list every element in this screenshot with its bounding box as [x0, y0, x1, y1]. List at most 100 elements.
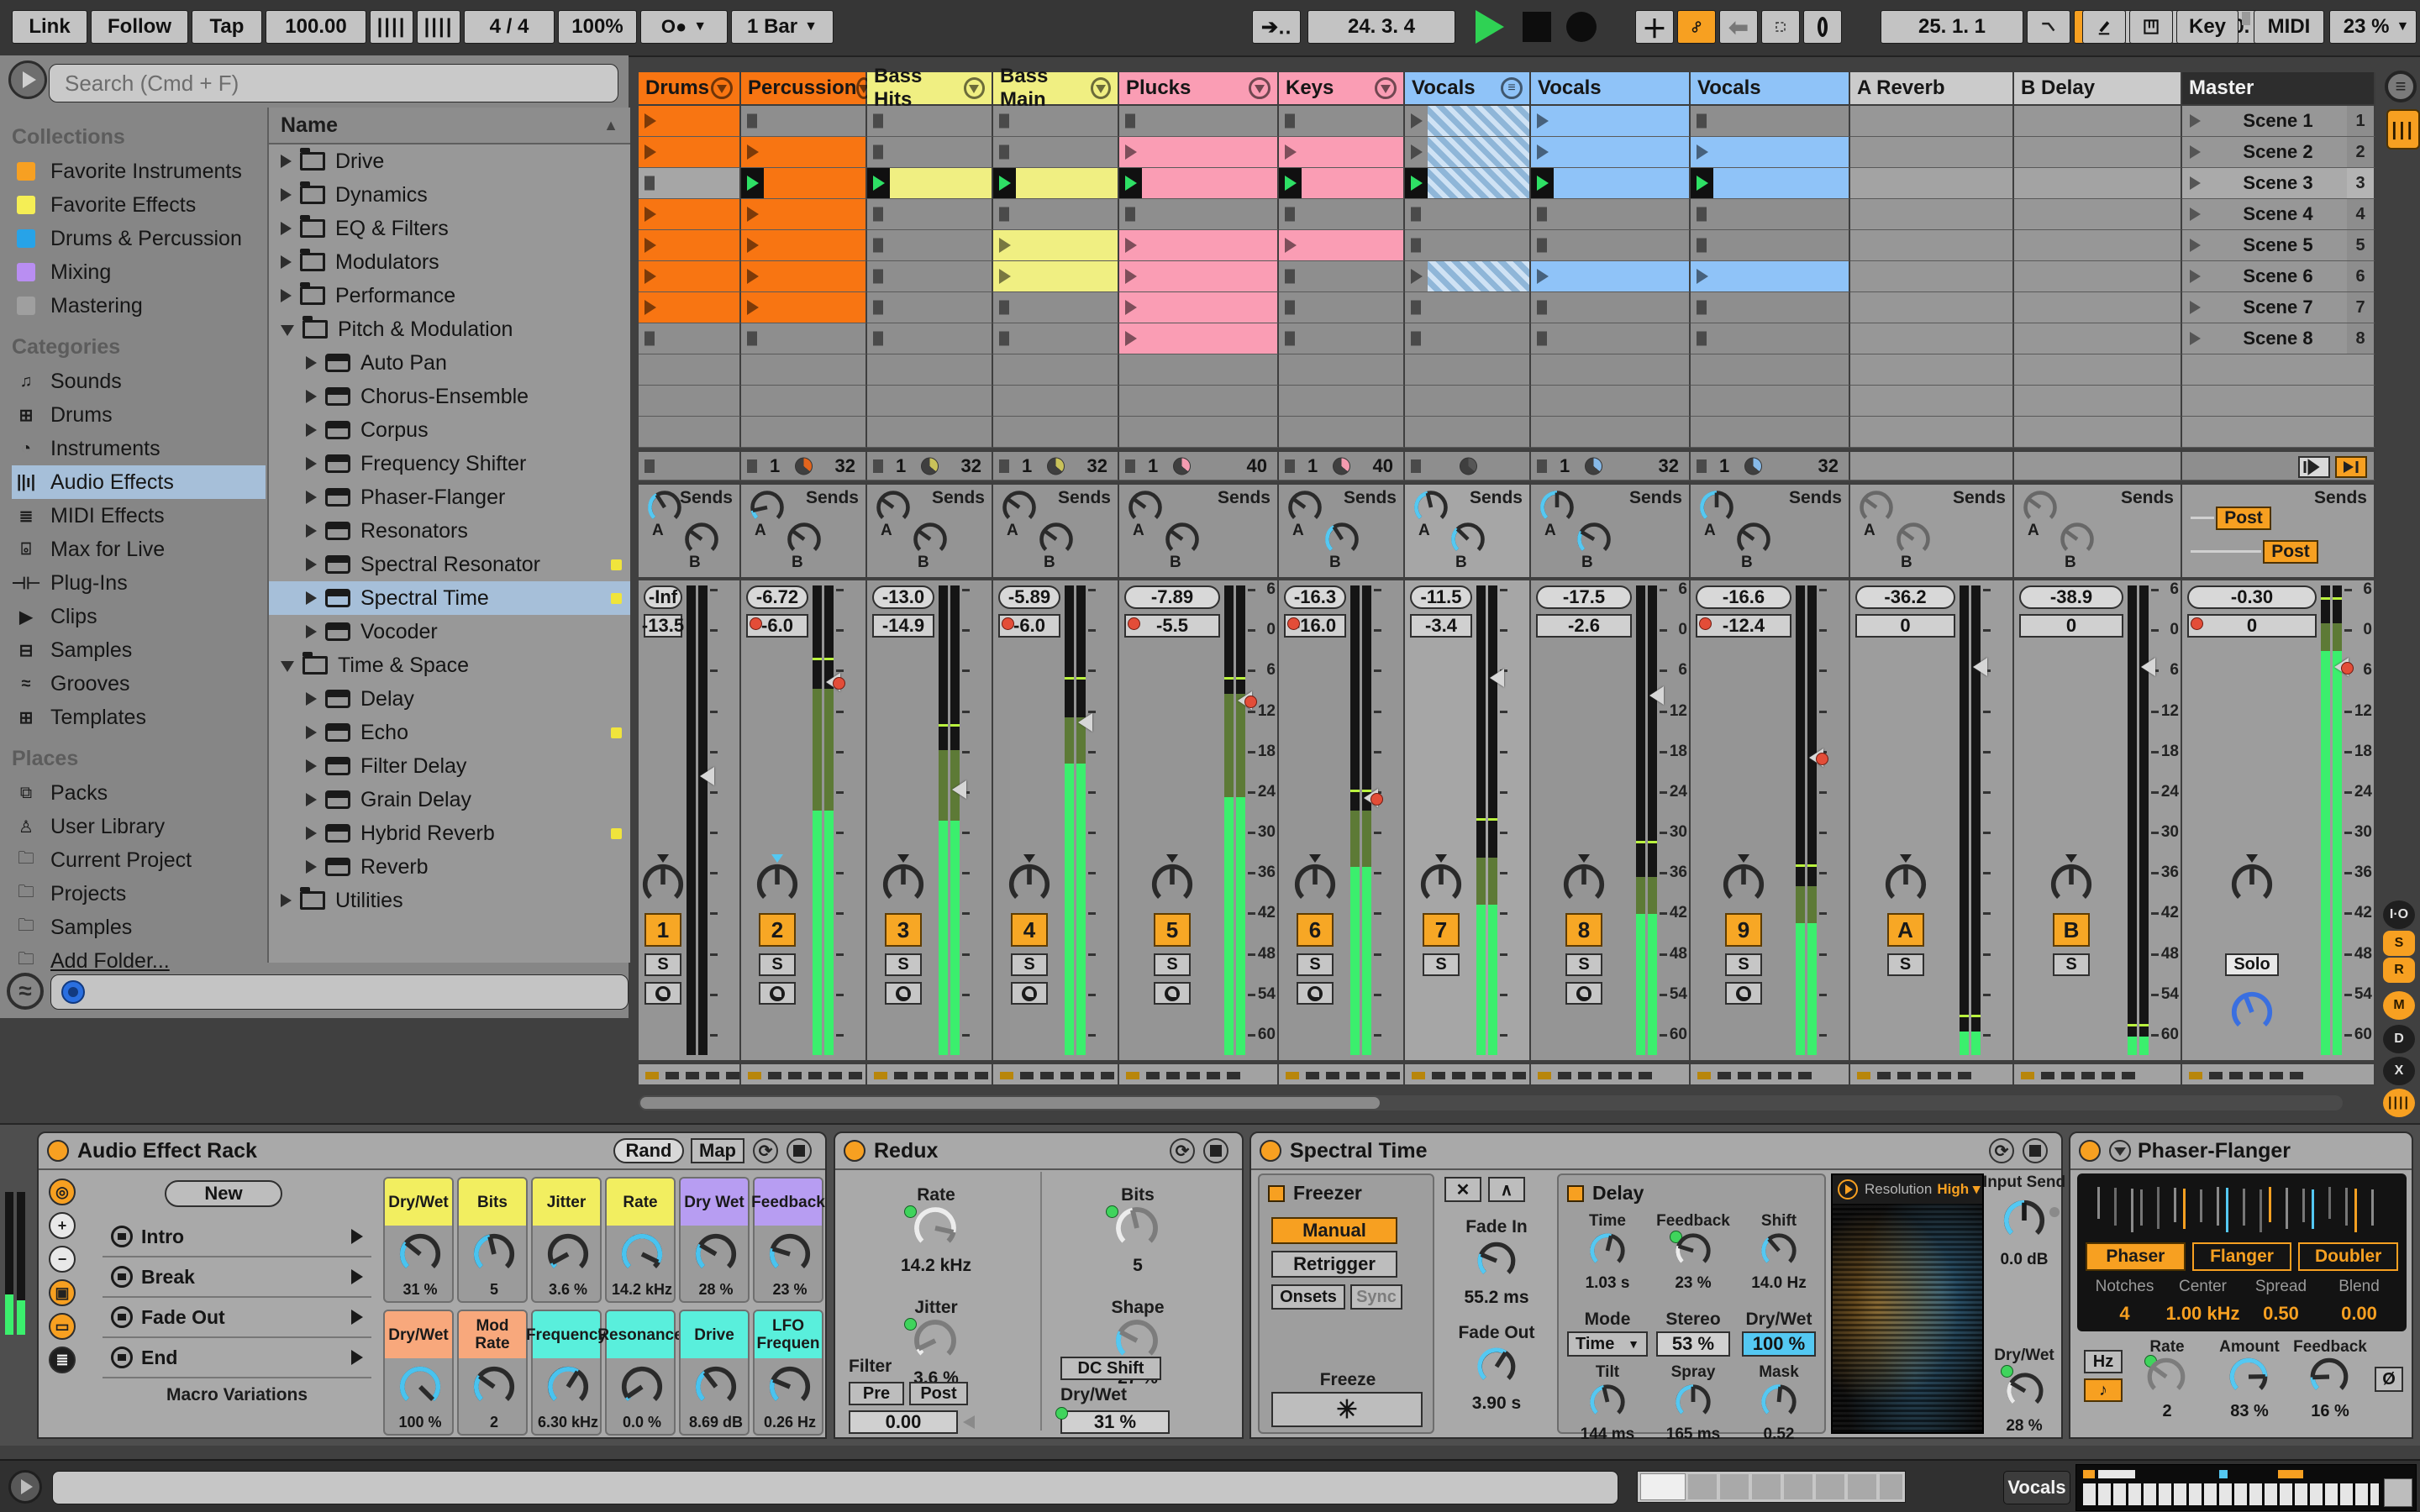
collapsed-triangle-icon[interactable]	[306, 625, 317, 638]
macro-knob[interactable]	[692, 1231, 739, 1282]
scene-slot-7[interactable]: Scene 7 7	[2182, 292, 2375, 323]
crossfade-row-track1[interactable]	[639, 1063, 760, 1086]
macro-knob[interactable]	[766, 1363, 813, 1415]
macro-knob[interactable]	[397, 1363, 444, 1415]
midi-map-button[interactable]: MIDI	[2254, 10, 2324, 44]
send-a-knob[interactable]	[1412, 488, 1450, 531]
sidebar-item-user-library[interactable]: ♙ User Library	[12, 810, 266, 843]
sidebar-item-add-folder-[interactable]: 🗀 Add Folder...	[12, 944, 266, 978]
clip-slot-track9-scene2[interactable]	[1691, 137, 1850, 168]
amount-knob[interactable]	[2227, 1355, 2270, 1403]
macro-knob[interactable]	[544, 1363, 592, 1415]
save-preset-icon[interactable]	[2023, 1138, 2048, 1163]
clip-slot-track9-scene5[interactable]	[1691, 230, 1850, 261]
list-item-resonators[interactable]: Resonators	[269, 514, 630, 548]
send-b-knob[interactable]	[1163, 520, 1202, 563]
track-header-drums-0[interactable]: Drums	[639, 72, 741, 106]
clip-slot-track1-scene8[interactable]	[639, 323, 741, 354]
collapsed-triangle-icon[interactable]	[306, 591, 317, 605]
redux-title-bar[interactable]: Redux ⟳	[835, 1133, 1242, 1170]
clip-slot-track10-scene7[interactable]	[1850, 292, 2014, 323]
launch-variation-icon[interactable]	[351, 1229, 363, 1244]
peak-level-display[interactable]: -16.3	[1284, 585, 1346, 609]
redux-rate-knob[interactable]	[911, 1204, 960, 1257]
volume-fader-handle[interactable]	[2141, 657, 2155, 676]
filter-post-button[interactable]: Post	[909, 1382, 968, 1405]
rack-view-toggle-4[interactable]: ▭	[49, 1313, 76, 1340]
clip-slot-track4-scene6[interactable]	[993, 261, 1119, 292]
pan-knob[interactable]	[1292, 861, 1339, 912]
mode-dropdown[interactable]: Time ▼	[1567, 1331, 1648, 1357]
track-header-bass-main-3[interactable]: Bass Main	[993, 65, 1119, 111]
sidebar-item-mastering[interactable]: Mastering	[12, 289, 266, 323]
track-header-keys-5[interactable]: Keys	[1279, 72, 1405, 106]
track-stop-button[interactable]	[644, 459, 655, 473]
clip-slot-track10-scene2[interactable]	[1850, 137, 2014, 168]
cue-button[interactable]	[1154, 982, 1191, 1005]
track-activator-button[interactable]: 6	[1297, 913, 1334, 947]
list-item-chorus-ensemble[interactable]: Chorus-Ensemble	[269, 380, 630, 413]
sidebar-item-samples[interactable]: ⊟ Samples	[12, 633, 266, 667]
crossfade-row-track12[interactable]	[2182, 1063, 2375, 1086]
send-b-knob[interactable]	[682, 520, 721, 563]
clip-slot-track6-scene3[interactable]	[1279, 168, 1405, 199]
mode-flanger-button[interactable]: Flanger	[2191, 1242, 2292, 1271]
freezer-onsets-button[interactable]: Onsets	[1271, 1284, 1345, 1310]
clip-slot-track1-scene1[interactable]	[639, 106, 741, 137]
solo-button[interactable]: S	[1011, 953, 1048, 976]
sidebar-item-projects[interactable]: 🗀 Projects	[12, 877, 266, 911]
scene-launch-icon[interactable]	[2190, 301, 2201, 314]
nudge-down-button[interactable]: ||||	[370, 10, 413, 44]
track-header-plucks-4[interactable]: Plucks	[1119, 72, 1279, 106]
clip-slot-track1-scene2[interactable]	[639, 137, 741, 168]
sidebar-item-favorite-effects[interactable]: Favorite Effects	[12, 188, 266, 222]
track-activator-button[interactable]: B	[2053, 913, 2090, 947]
status-message-field[interactable]	[52, 1471, 1618, 1504]
volume-fader-handle[interactable]	[1078, 713, 1092, 732]
scene-launch-icon[interactable]	[2190, 332, 2201, 345]
macro-6-feedback[interactable]: Feedback 23 %	[751, 1177, 825, 1303]
save-preset-icon[interactable]	[786, 1138, 812, 1163]
time-signature-field[interactable]: 4 / 4	[464, 10, 555, 44]
macro-12-lfo-frequen[interactable]: LFO Frequen 0.26 Hz	[753, 1310, 823, 1436]
scene-launch-icon[interactable]	[2190, 239, 2201, 252]
expanded-triangle-icon[interactable]	[281, 324, 294, 336]
track-stop-button[interactable]	[1125, 459, 1135, 473]
rack-view-toggle-5[interactable]: ≣	[49, 1347, 76, 1373]
freeze-button[interactable]: ✳	[1271, 1392, 1423, 1427]
launch-variation-icon[interactable]	[351, 1310, 363, 1325]
mixer-section-toggle-s[interactable]: S	[2383, 931, 2415, 956]
peak-level-display[interactable]: -Inf	[644, 585, 682, 609]
track-stop-button[interactable]	[1411, 459, 1421, 473]
clip-slot-track2-scene1[interactable]	[741, 106, 867, 137]
scene-slot-6[interactable]: Scene 6 6	[2182, 261, 2375, 292]
draw-mode-button[interactable]	[2082, 10, 2126, 44]
cpu-meter[interactable]: 23 % ▼	[2329, 10, 2417, 44]
volume-field[interactable]: -5.5	[1124, 614, 1220, 638]
clip-slot-track6-scene5[interactable]	[1279, 230, 1405, 261]
clip-slot-track8-scene1[interactable]	[1531, 106, 1691, 137]
preview-headphone-icon[interactable]	[61, 980, 85, 1004]
sidebar-item-sounds[interactable]: ♫ Sounds	[12, 365, 266, 398]
volume-fader-handle[interactable]	[952, 780, 966, 799]
collapsed-triangle-icon[interactable]	[281, 289, 292, 302]
redux-jitter-knob[interactable]	[911, 1316, 960, 1369]
feedback-knob[interactable]	[2307, 1355, 2351, 1403]
track-header-master-11[interactable]: Master	[2182, 72, 2375, 106]
pan-knob[interactable]	[1560, 861, 1607, 912]
pan-knob[interactable]	[2228, 861, 2275, 912]
macro-1-dry-wet[interactable]: Dry/Wet 31 %	[383, 1177, 454, 1303]
clip-slot-track4-scene2[interactable]	[993, 137, 1119, 168]
launch-variation-icon[interactable]	[351, 1350, 363, 1365]
volume-field[interactable]: -2.6	[1536, 614, 1632, 638]
pan-knob[interactable]	[1149, 861, 1196, 912]
clip-slot-track10-scene8[interactable]	[1850, 323, 2014, 354]
delay-spray-knob[interactable]	[1673, 1382, 1713, 1426]
clip-slot-track9-scene6[interactable]	[1691, 261, 1850, 292]
track-header-a-reverb-9[interactable]: A Reverb	[1850, 72, 2014, 106]
scene-launch-icon[interactable]	[2190, 145, 2201, 159]
volume-fader-handle[interactable]	[1973, 657, 1987, 676]
track-stop-button[interactable]	[1697, 459, 1707, 473]
save-preset-icon[interactable]	[1203, 1138, 1228, 1163]
track-stop-button[interactable]	[873, 459, 883, 473]
